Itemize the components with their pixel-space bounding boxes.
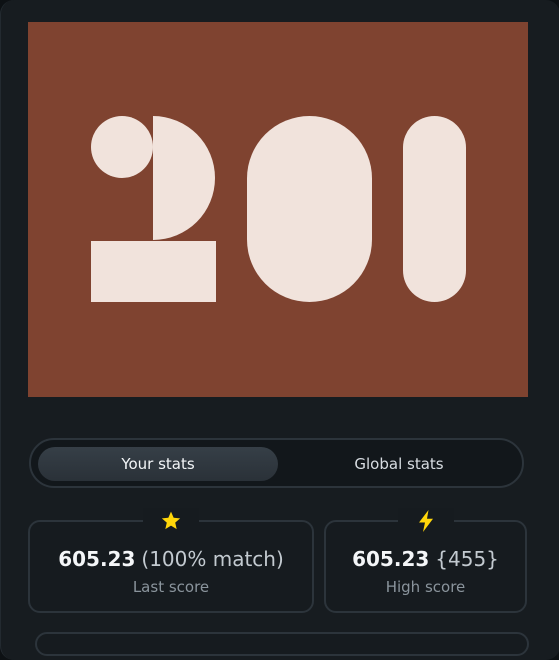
stats-toggle: Your stats Global stats [29, 438, 524, 488]
star-icon [143, 508, 199, 534]
last-score-line: 605.23 (100% match) [30, 546, 312, 572]
global-stats-tab[interactable]: Global stats [279, 447, 519, 481]
game-panel: Your stats Global stats 605.23 (100% matc… [0, 0, 559, 660]
high-score-label: High score [385, 578, 466, 596]
high-score-line: 605.23 {455} [326, 546, 525, 572]
high-score-card: 605.23 {455} High score [324, 508, 527, 613]
last-score-match: (100% match) [141, 547, 284, 571]
level-artwork [28, 22, 528, 397]
next-card-edge [35, 632, 529, 656]
your-stats-tab[interactable]: Your stats [38, 447, 278, 481]
artwork-201-graphic [28, 22, 528, 397]
last-score-label: Last score [132, 578, 210, 596]
last-score-card: 605.23 (100% match) Last score [28, 508, 314, 613]
last-score-value: 605.23 [58, 547, 136, 571]
high-score-value: 605.23 [352, 547, 430, 571]
lightning-icon [397, 508, 454, 534]
high-score-moves: {455} [435, 547, 499, 571]
